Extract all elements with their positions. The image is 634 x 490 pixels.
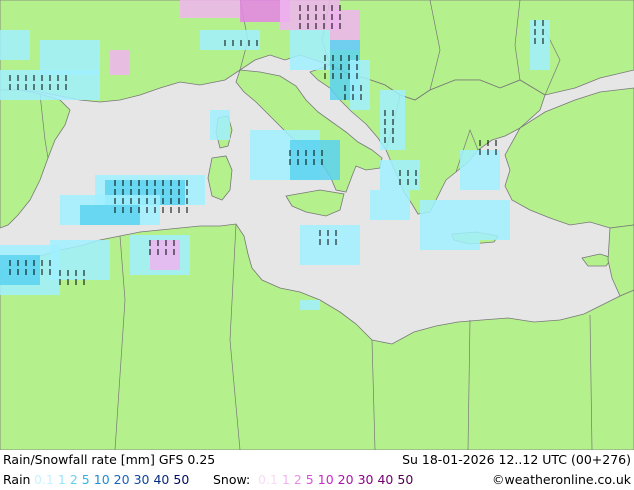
rain-area bbox=[200, 30, 260, 50]
footer-row-legend: Rain 0.1 1 2 5 10 20 30 40 50 Snow: 0.1 1 2 5 10 20 30… bbox=[0, 470, 634, 490]
rain-legend-value-0: 0.1 bbox=[34, 472, 54, 487]
rain-area bbox=[530, 20, 550, 70]
snow-legend-value-3: 5 bbox=[305, 472, 314, 487]
snow-area bbox=[110, 50, 130, 75]
rain-area bbox=[0, 30, 30, 60]
snow-legend-value-4: 10 bbox=[317, 472, 334, 487]
rain-area bbox=[480, 200, 510, 240]
footer-row-title: Rain/Snowfall rate [mm] GFS 0.25 Su 18-0… bbox=[0, 450, 634, 470]
rain-area bbox=[50, 240, 110, 280]
snow-legend-value-7: 40 bbox=[377, 472, 394, 487]
snow-legend-scale: 0.1 1 2 5 10 20 30 40 50 bbox=[258, 470, 417, 490]
rain-area bbox=[40, 40, 100, 75]
rain-area bbox=[290, 30, 330, 70]
map-title: Rain/Snowfall rate [mm] GFS 0.25 bbox=[3, 452, 216, 467]
footer: Rain/Snowfall rate [mm] GFS 0.25 Su 18-0… bbox=[0, 450, 634, 490]
snow-legend-value-5: 20 bbox=[337, 472, 354, 487]
rain-legend-value-8: 50 bbox=[173, 472, 190, 487]
rain-legend-label: Rain bbox=[3, 472, 31, 487]
rain-legend-value-2: 2 bbox=[69, 472, 78, 487]
rain-area bbox=[300, 300, 320, 310]
rain-legend-scale: 0.1 1 2 5 10 20 30 40 50 bbox=[34, 470, 193, 490]
rain-legend-value-3: 5 bbox=[81, 472, 90, 487]
snow-legend-value-1: 1 bbox=[281, 472, 290, 487]
rain-area bbox=[460, 150, 500, 190]
snow-legend-value-8: 50 bbox=[397, 472, 414, 487]
snow-legend-label: Snow: bbox=[213, 472, 251, 487]
rain-legend-value-5: 20 bbox=[113, 472, 130, 487]
rain-area bbox=[370, 190, 410, 220]
credit-link[interactable]: ©weatheronline.co.uk bbox=[492, 470, 631, 490]
snow-area bbox=[180, 0, 240, 18]
rain-legend-value-1: 1 bbox=[57, 472, 66, 487]
rain-legend-value-4: 10 bbox=[93, 472, 110, 487]
rain-area bbox=[210, 110, 230, 140]
snow-area bbox=[150, 240, 180, 270]
rain-legend-value-6: 30 bbox=[133, 472, 150, 487]
snow-legend-value-0: 0.1 bbox=[258, 472, 278, 487]
precipitation-map bbox=[0, 0, 634, 450]
map-datetime: Su 18-01-2026 12..12 UTC (00+276) bbox=[402, 452, 631, 467]
snow-legend-value-2: 2 bbox=[293, 472, 302, 487]
rain-area bbox=[420, 200, 480, 250]
snow-legend-value-6: 30 bbox=[357, 472, 374, 487]
rain-area bbox=[300, 225, 360, 265]
rain-legend-value-7: 40 bbox=[153, 472, 170, 487]
